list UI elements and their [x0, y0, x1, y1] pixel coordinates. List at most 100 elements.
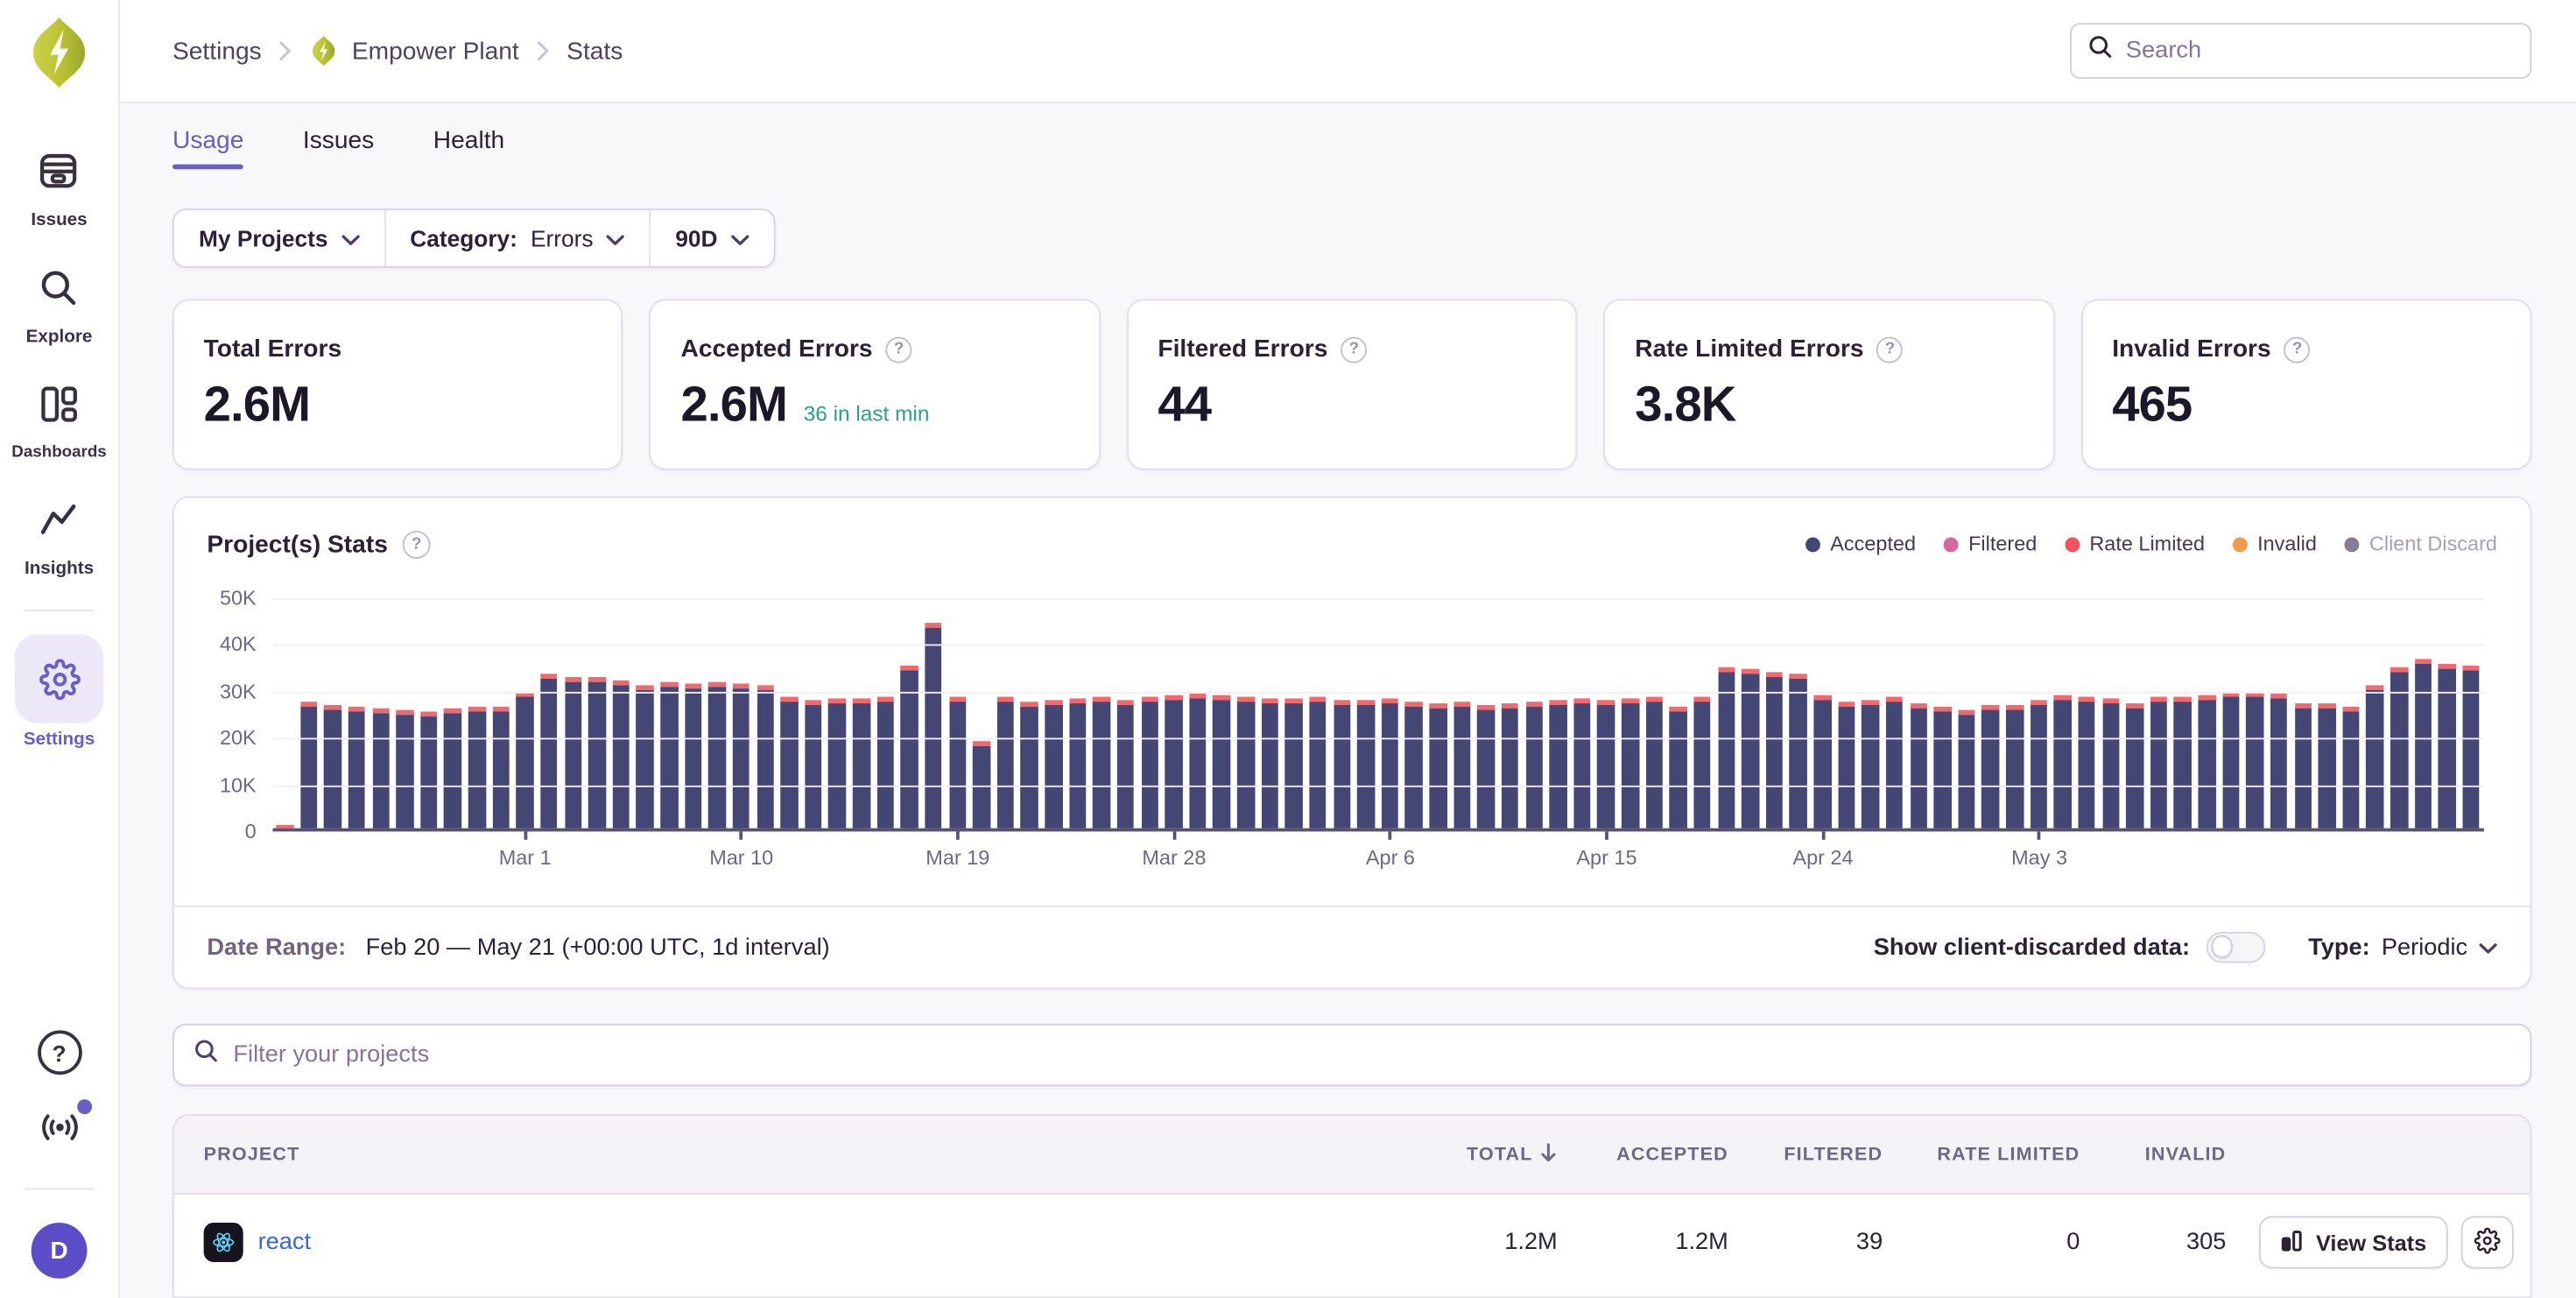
legend-dot-icon [1805, 537, 1820, 552]
x-axis-tick [740, 831, 743, 839]
chart-bar [1763, 598, 1786, 829]
chart-bar-stack [2199, 695, 2216, 829]
sidebar-item-insights[interactable]: Insights [11, 486, 106, 578]
sidebar-item-settings[interactable]: Settings [15, 634, 103, 749]
column-header-total[interactable]: TOTAL [1376, 1142, 1557, 1167]
tab-health[interactable]: Health [433, 104, 504, 176]
question-circle-icon[interactable]: ? [1341, 336, 1367, 363]
chart-bar-stack [757, 685, 774, 828]
chart-bar-stack [444, 709, 461, 829]
period-selector[interactable]: 90D [651, 210, 773, 266]
sidebar-item-label: Explore [26, 327, 93, 347]
chart-bar-stack [1525, 702, 1543, 828]
chart-bar [537, 598, 560, 829]
column-header-invalid[interactable]: INVALID [2080, 1145, 2226, 1165]
tab-issues[interactable]: Issues [303, 104, 374, 176]
x-axis-tick [2038, 831, 2041, 839]
chart-bar [1522, 598, 1545, 829]
sentry-logo[interactable] [25, 15, 94, 99]
gear-icon [2474, 1227, 2501, 1259]
chart-bar-stack [492, 707, 510, 829]
sidebar-item-explore[interactable]: Explore [11, 255, 106, 347]
chart-bar-stack [1382, 698, 1399, 828]
chart-bar-stack [1045, 700, 1062, 828]
chart-bar [465, 598, 489, 829]
tab-usage[interactable]: Usage [172, 104, 243, 176]
type-selector[interactable]: Type: Periodic [2308, 935, 2497, 961]
chart-x-axis: Mar 1Mar 10Mar 19Mar 28Apr 6Apr 15Apr 24… [272, 831, 2483, 893]
project-selector[interactable]: My Projects [174, 210, 385, 266]
chart-bar [1426, 598, 1450, 829]
chart-bar [1906, 598, 1930, 829]
chart-bar-stack [1189, 694, 1207, 829]
date-range-value: Feb 20 — May 21 (+00:00 UTC, 1d interval… [366, 935, 830, 961]
stat-card-value: 2.6M 36 in last min [681, 378, 1070, 434]
chart-bar-stack [588, 677, 606, 829]
stat-card-filtered-errors: Filtered Errors ? 44 [1127, 299, 1578, 469]
chart-bar-stack [2030, 700, 2047, 828]
help-icon[interactable]: ? [37, 1030, 81, 1075]
project-filter-input[interactable] [233, 1042, 2510, 1069]
chart-bar [1883, 598, 1906, 829]
breadcrumb-org[interactable]: Empower Plant [309, 35, 519, 68]
y-axis-label: 20K [220, 727, 257, 750]
project-settings-button[interactable] [2461, 1216, 2514, 1268]
legend-item-invalid[interactable]: Invalid [2233, 533, 2317, 555]
column-header-accepted[interactable]: ACCEPTED [1558, 1145, 1728, 1165]
legend-item-filtered[interactable]: Filtered [1944, 533, 2037, 555]
chart-bar-stack [925, 623, 942, 829]
category-selector[interactable]: Category: Errors [385, 210, 651, 266]
column-header-rate_limited[interactable]: RATE LIMITED [1883, 1145, 2080, 1165]
project-stats-card: Project(s) Stats ? Accepted Filtered Rat… [172, 497, 2531, 990]
question-circle-icon[interactable]: ? [1877, 336, 1904, 363]
legend-item-client-discard[interactable]: Client Discard [2345, 533, 2497, 555]
view-stats-button[interactable]: View Stats [2258, 1216, 2447, 1268]
project-link[interactable]: react [258, 1229, 312, 1255]
question-circle-icon[interactable]: ? [403, 530, 431, 558]
column-header-project[interactable]: PROJECT [204, 1145, 1377, 1165]
chart-bar-stack [1838, 702, 1855, 828]
notification-dot [76, 1099, 91, 1114]
chart-bar-stack [1165, 695, 1183, 829]
question-circle-icon[interactable]: ? [2284, 336, 2311, 363]
chart-bar-stack [2462, 666, 2480, 829]
x-axis-label: Mar 28 [1142, 846, 1206, 869]
chart-bar-stack [1958, 710, 1975, 829]
chart-bar [2122, 598, 2146, 829]
stat-card-accepted-errors: Accepted Errors ? 2.6M 36 in last min [650, 299, 1101, 469]
search-icon [194, 1039, 218, 1072]
stat-card-title: Total Errors [204, 335, 593, 363]
sidebar-item-dashboards[interactable]: Dashboards [11, 371, 106, 462]
avatar[interactable]: D [32, 1223, 88, 1279]
chart-bar [1402, 598, 1425, 829]
chart-bar-stack [660, 682, 678, 829]
y-axis-label: 30K [220, 680, 257, 702]
chart-bar-stack [517, 692, 534, 829]
broadcast-button[interactable] [37, 1108, 81, 1155]
chart-bar [2171, 598, 2194, 829]
chart-bar-stack [2126, 703, 2143, 829]
issues-icon [15, 138, 103, 204]
chart-bar [1979, 598, 2002, 829]
legend-item-rate-limited[interactable]: Rate Limited [2065, 533, 2205, 555]
column-header-filtered[interactable]: FILTERED [1728, 1145, 1883, 1165]
question-circle-icon[interactable]: ? [886, 336, 912, 363]
table-row-react: react 1.2M 1.2M 39 0 305 View Stats [174, 1195, 2530, 1290]
chart-bar [369, 598, 392, 829]
chart-bar [969, 598, 993, 829]
chart-bar [994, 598, 1017, 829]
x-axis-tick [524, 831, 527, 839]
bar-chart-icon [2280, 1229, 2303, 1257]
client-discard-toggle[interactable] [2206, 932, 2266, 963]
chart-bar-stack [348, 707, 366, 829]
legend-item-accepted[interactable]: Accepted [1805, 533, 1916, 555]
sidebar-item-issues[interactable]: Issues [11, 138, 106, 230]
chart-bar [873, 598, 897, 829]
chart-bar [1618, 598, 1642, 829]
legend-dot-icon [2345, 537, 2360, 552]
chart-bar-stack [540, 674, 558, 828]
chart-bar-stack [2222, 692, 2240, 829]
breadcrumb-settings[interactable]: Settings [172, 38, 262, 66]
stat-card-title: Accepted Errors ? [681, 335, 1070, 363]
search-input[interactable] [2126, 39, 2514, 65]
